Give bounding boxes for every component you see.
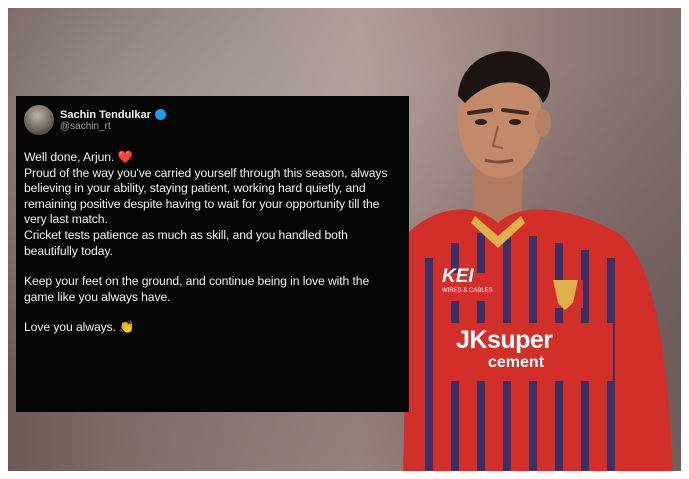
jersey-sponsor-kei: KEI <box>442 266 474 287</box>
avatar <box>24 105 54 135</box>
author-name: Sachin Tendulkar <box>60 108 151 121</box>
author-handle: @sachin_rt <box>60 120 111 132</box>
tweet-header: Sachin Tendulkar @sachin_rt <box>24 102 401 138</box>
player-photo <box>403 51 673 471</box>
tweet-card: Sachin Tendulkar @sachin_rt Well done, A… <box>16 96 409 412</box>
tweet-paragraph-2: Cricket tests patience as much as skill,… <box>24 227 348 258</box>
tweet-line-greeting: Well done, Arjun. ❤️ <box>24 150 133 164</box>
tweet-paragraph-4: Love you always. 👏 <box>24 320 135 335</box>
jersey-sponsor-jk: JKsuper <box>456 326 553 354</box>
heart-icon: ❤️ <box>117 150 133 164</box>
photo-frame: KEI WIRES & CABLES JKsuper cement Sachin… <box>8 8 681 471</box>
clapping-hands-icon: 👏 <box>119 320 135 335</box>
jersey-sponsor-cement: cement <box>488 354 545 371</box>
verified-badge-icon <box>154 109 166 120</box>
jersey-sponsor-kei-sub: WIRES & CABLES <box>442 288 493 294</box>
tweet-paragraph-3: Keep your feet on the ground, and contin… <box>24 274 370 304</box>
tweet-body: Well done, Arjun. ❤️ Proud of the way yo… <box>24 150 401 336</box>
tweet-paragraph-1: Proud of the way you've carried yourself… <box>24 165 388 227</box>
